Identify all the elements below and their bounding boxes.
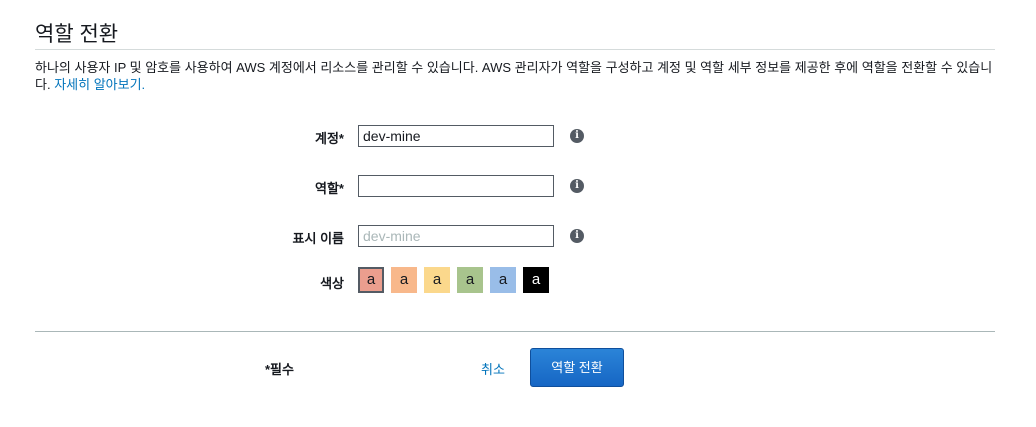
color-swatch-1[interactable]: a <box>358 267 384 293</box>
color-swatch-5[interactable]: a <box>490 267 516 293</box>
description-text: 하나의 사용자 IP 및 암호를 사용하여 AWS 계정에서 리소스를 관리할 … <box>35 60 993 92</box>
page-title: 역할 전환 <box>35 23 119 46</box>
color-swatch-3[interactable]: a <box>424 267 450 293</box>
color-swatch-2[interactable]: a <box>391 267 417 293</box>
display-name-info-icon[interactable]: i <box>570 229 584 243</box>
display-name-input[interactable] <box>358 225 554 247</box>
switch-role-button[interactable]: 역할 전환 <box>530 348 624 387</box>
required-note: *필수 <box>265 362 294 377</box>
footer-divider <box>35 331 995 332</box>
color-swatch-4[interactable]: a <box>457 267 483 293</box>
learn-more-link[interactable]: 자세히 알아보기. <box>54 77 145 92</box>
color-swatch-group: aaaaaa <box>358 267 556 293</box>
role-input[interactable] <box>358 175 554 197</box>
account-label: 계정* <box>315 131 344 146</box>
account-input[interactable] <box>358 125 554 147</box>
cancel-link[interactable]: 취소 <box>481 359 505 378</box>
color-label: 색상 <box>320 276 344 291</box>
account-info-icon[interactable]: i <box>570 129 584 143</box>
description: 하나의 사용자 IP 및 암호를 사용하여 AWS 계정에서 리소스를 관리할 … <box>35 59 997 93</box>
display-name-label: 표시 이름 <box>292 231 344 246</box>
title-divider <box>35 49 995 50</box>
role-info-icon[interactable]: i <box>570 179 584 193</box>
switch-role-page: 역할 전환 하나의 사용자 IP 및 암호를 사용하여 AWS 계정에서 리소스… <box>0 0 1036 427</box>
role-label: 역할* <box>315 181 344 196</box>
color-swatch-6[interactable]: a <box>523 267 549 293</box>
